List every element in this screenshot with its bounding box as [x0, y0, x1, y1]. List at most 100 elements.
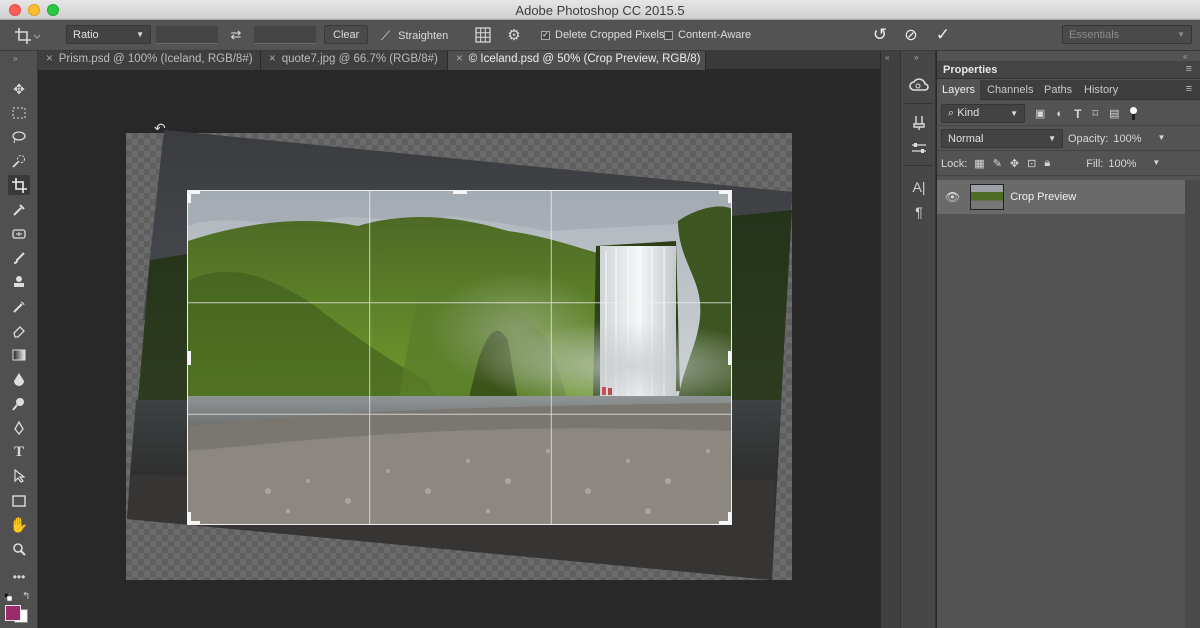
reset-crop-icon[interactable]: ↺: [869, 25, 891, 45]
ratio-height-input[interactable]: [254, 26, 316, 44]
delete-cropped-pixels-checkbox[interactable]: ✓ Delete Cropped Pixels: [541, 29, 664, 41]
filter-kind-dropdown[interactable]: ⌕ Kind ▼: [941, 104, 1025, 123]
fill-field[interactable]: 100% ▼: [1108, 158, 1160, 170]
crop-tool-icon[interactable]: [8, 175, 30, 195]
crop-handle-bottom-left-v[interactable]: [188, 512, 191, 524]
blend-row: Normal ▼ Opacity: 100% ▼: [937, 127, 1200, 151]
document-canvas[interactable]: ↶: [38, 70, 880, 628]
marquee-tool-icon[interactable]: [8, 103, 30, 123]
collapse-tools-icon[interactable]: »: [13, 54, 17, 63]
eyedropper-tool-icon[interactable]: [8, 200, 30, 220]
lock-transparent-icon[interactable]: ▦: [974, 157, 984, 170]
properties-header[interactable]: Properties ≡: [937, 61, 1200, 79]
opacity-field[interactable]: 100% ▼: [1113, 133, 1165, 145]
layer-row-crop-preview[interactable]: 👁︎ Crop Preview: [937, 180, 1185, 214]
adjustment-filter-icon[interactable]: ◐: [1056, 108, 1063, 120]
lock-position-icon[interactable]: ✥: [1010, 157, 1019, 170]
layers-scrollbar[interactable]: [1185, 180, 1200, 628]
expand-panels-icon[interactable]: »: [914, 53, 918, 62]
pixel-filter-icon[interactable]: ▣: [1035, 107, 1045, 120]
cancel-crop-icon[interactable]: ⊘: [900, 25, 922, 45]
chevron-down-icon: ▼: [1010, 109, 1018, 118]
type-filter-icon[interactable]: T: [1074, 107, 1081, 121]
straighten-button[interactable]: ⟋ Straighten: [381, 26, 448, 45]
close-icon[interactable]: ×: [456, 53, 463, 65]
properties-sliders-icon[interactable]: [908, 138, 930, 158]
document-tabs: × Prism.psd @ 100% (Iceland, RGB/8#) × quo…: [38, 51, 880, 70]
ratio-width-input[interactable]: [156, 26, 218, 44]
crop-tool-preset-icon[interactable]: [14, 26, 44, 45]
more-tools-icon[interactable]: •••: [8, 567, 30, 587]
tab-label: Paths: [1044, 84, 1073, 96]
move-tool-icon[interactable]: ✥: [8, 79, 30, 99]
eraser-tool-icon[interactable]: [8, 321, 30, 341]
blend-mode-label: Normal: [948, 132, 984, 145]
content-aware-checkbox[interactable]: Content-Aware: [664, 29, 751, 41]
crop-handle-right[interactable]: [728, 351, 731, 365]
tab-iceland[interactable]: × © Iceland.psd @ 50% (Crop Preview, RGB/…: [448, 51, 706, 70]
tab-quote7[interactable]: × quote7.jpg @ 66.7% (RGB/8#): [261, 51, 448, 70]
path-select-tool-icon[interactable]: [8, 466, 30, 486]
quick-select-tool-icon[interactable]: [8, 151, 30, 171]
crop-box[interactable]: [187, 190, 732, 525]
dodge-tool-icon[interactable]: [8, 394, 30, 414]
gradient-tool-icon[interactable]: [8, 345, 30, 365]
blend-mode-dropdown[interactable]: Normal ▼: [941, 129, 1063, 148]
eye-visibility-icon[interactable]: 👁︎: [945, 190, 960, 204]
panel-menu-icon[interactable]: ≡: [1186, 63, 1192, 75]
ratio-dropdown[interactable]: Ratio ▼: [66, 25, 151, 44]
swap-colors-icon[interactable]: ↰: [22, 591, 30, 602]
rotate-cursor-icon: ↶: [154, 120, 166, 136]
panel-tabs: Layers Channels Paths History ≡: [937, 80, 1200, 100]
stamp-tool-icon[interactable]: [8, 272, 30, 292]
lock-pixels-icon[interactable]: ✎: [993, 157, 1002, 170]
title-bar: Adobe Photoshop CC 2015.5: [0, 0, 1200, 20]
clear-button[interactable]: Clear: [324, 25, 369, 44]
gear-icon[interactable]: ⚙: [503, 25, 525, 45]
lasso-tool-icon[interactable]: [8, 127, 30, 147]
rectangle-tool-icon[interactable]: [8, 491, 30, 511]
tab-paths[interactable]: Paths: [1044, 80, 1072, 100]
smart-object-filter-icon[interactable]: ▤: [1109, 107, 1119, 120]
workspace-dropdown[interactable]: Essentials ▼: [1062, 25, 1192, 44]
collapse-panel-icon[interactable]: «: [1183, 52, 1187, 61]
filter-toggle-icon[interactable]: [1130, 106, 1138, 121]
lock-row: Lock: ▦ ✎ ✥ ⊡ 🔒︎ Fill: 100% ▼: [937, 152, 1200, 176]
commit-crop-icon[interactable]: ✓: [932, 25, 954, 45]
healing-tool-icon[interactable]: [8, 224, 30, 244]
paragraph-panel-icon[interactable]: ¶: [908, 202, 930, 222]
color-swatches: ↰: [3, 591, 35, 625]
hand-tool-icon[interactable]: ✋: [8, 515, 30, 535]
overlay-grid-icon[interactable]: [472, 25, 494, 45]
blur-tool-icon[interactable]: [8, 369, 30, 389]
crop-handle-top-right-v[interactable]: [728, 191, 731, 203]
divider: [905, 103, 933, 104]
brush-tool-icon[interactable]: [8, 248, 30, 268]
adjustments-brush-icon[interactable]: [908, 113, 930, 133]
pen-tool-icon[interactable]: [8, 418, 30, 438]
swap-arrows-icon[interactable]: ⇄: [228, 26, 244, 44]
shape-filter-icon[interactable]: ⌑: [1092, 107, 1098, 120]
history-brush-icon[interactable]: [8, 297, 30, 317]
photo-preview: [188, 191, 731, 524]
close-icon[interactable]: ×: [46, 53, 53, 65]
crop-handle-top-left-v[interactable]: [188, 191, 191, 203]
lock-artboard-icon[interactable]: ⊡: [1027, 157, 1036, 170]
collapse-dock-icon[interactable]: «: [885, 53, 889, 62]
character-panel-icon[interactable]: A|: [908, 177, 930, 197]
tab-prism[interactable]: × Prism.psd @ 100% (Iceland, RGB/8#): [38, 51, 261, 70]
type-tool-icon[interactable]: T: [8, 442, 30, 462]
default-colors-icon[interactable]: [3, 592, 13, 602]
panel-menu-icon[interactable]: ≡: [1186, 83, 1192, 95]
tab-layers[interactable]: Layers: [937, 80, 981, 100]
crop-handle-top[interactable]: [453, 191, 467, 194]
creative-cloud-libraries-icon[interactable]: [908, 75, 930, 95]
foreground-color-swatch[interactable]: [5, 605, 21, 621]
close-icon[interactable]: ×: [269, 53, 276, 65]
lock-all-icon[interactable]: 🔒︎: [1044, 157, 1050, 170]
crop-handle-bottom-right-v[interactable]: [728, 512, 731, 524]
crop-handle-left[interactable]: [188, 351, 191, 365]
zoom-tool-icon[interactable]: [8, 539, 30, 559]
tab-channels[interactable]: Channels: [987, 80, 1033, 100]
tab-history[interactable]: History: [1084, 80, 1118, 100]
